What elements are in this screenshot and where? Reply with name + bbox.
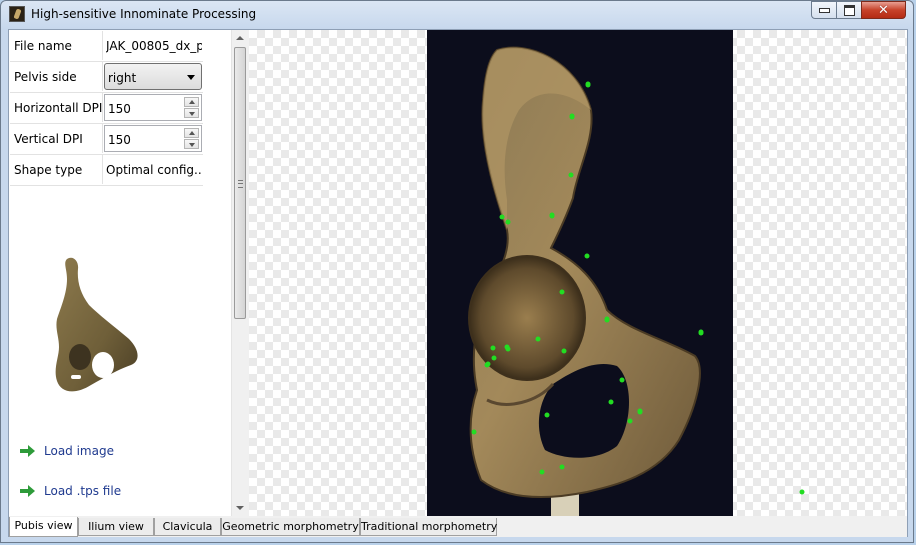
load-image-label: Load image (44, 444, 114, 458)
window-title: High-sensitive Innominate Processing (31, 7, 257, 21)
landmark-point[interactable] (559, 289, 565, 295)
pelvis-side-label: Pelvis side (14, 70, 77, 84)
arrow-down-icon (189, 112, 195, 116)
tab-traditional-morphometry[interactable]: Traditional morphometry (360, 518, 497, 536)
grip-icon (238, 180, 243, 188)
landmark-point[interactable] (568, 172, 574, 178)
landmark-point[interactable] (491, 355, 497, 361)
maximize-icon (843, 4, 855, 16)
vertical-dpi-increment-button[interactable] (184, 128, 199, 138)
landmark-point[interactable] (608, 399, 614, 405)
landmark-point[interactable] (485, 361, 491, 367)
arrow-down-icon (189, 143, 195, 147)
landmark-point[interactable] (539, 469, 545, 475)
landmark-overlay (471, 81, 805, 495)
property-row-shape-type: Shape type Optimal config... (10, 155, 203, 186)
file-name-cell[interactable]: JAK_00805_dx_p... (102, 31, 202, 60)
horizontal-dpi-value: 150 (108, 102, 131, 116)
load-tps-label: Load .tps file (44, 484, 122, 498)
pelvis-3d-preview (55, 257, 138, 392)
arrow-up-icon (189, 131, 195, 135)
title-bar[interactable]: High-sensitive Innominate Processing ✕ (1, 1, 915, 28)
pelvis-side-cell: right (102, 62, 202, 91)
landmark-point[interactable] (799, 489, 805, 495)
left-panel: File name JAK_00805_dx_p... Pelvis side … (9, 30, 248, 516)
landmark-point[interactable] (490, 345, 496, 351)
vertical-dpi-label: Vertical DPI (14, 132, 83, 146)
landmark-point[interactable] (585, 81, 591, 87)
vertical-dpi-value: 150 (108, 133, 131, 147)
file-name-value: JAK_00805_dx_p... (106, 39, 202, 53)
arrow-up-icon (189, 100, 195, 104)
vertical-dpi-cell: 150 (102, 124, 202, 153)
horizontal-dpi-cell: 150 (102, 93, 202, 122)
client-area: File name JAK_00805_dx_p... Pelvis side … (8, 29, 908, 537)
landmark-point[interactable] (549, 213, 555, 219)
minimize-button[interactable] (811, 1, 837, 19)
landmark-point[interactable] (535, 336, 541, 342)
property-row-vertical-dpi: Vertical DPI 150 (10, 124, 203, 155)
landmark-point[interactable] (584, 253, 590, 259)
minimize-icon (818, 7, 830, 13)
landmark-point[interactable] (559, 464, 565, 470)
property-row-file-name: File name JAK_00805_dx_p... (10, 31, 203, 62)
close-icon: ✕ (878, 2, 889, 18)
landmark-point[interactable] (471, 429, 477, 435)
horizontal-dpi-increment-button[interactable] (184, 97, 199, 107)
landmark-point[interactable] (627, 418, 633, 424)
landmark-point[interactable] (499, 214, 505, 220)
vertical-dpi-decrement-button[interactable] (184, 139, 199, 149)
main-window: High-sensitive Innominate Processing ✕ F… (0, 0, 914, 543)
arrow-right-icon (19, 484, 36, 498)
view-tabs: Pubis view Ilium view Clavicula Geometri… (9, 517, 907, 537)
landmark-point[interactable] (619, 377, 625, 383)
pelvis-side-dropdown[interactable]: right (104, 63, 202, 90)
left-panel-scrollbar[interactable] (231, 30, 248, 516)
file-name-label: File name (14, 39, 72, 53)
landmark-point[interactable] (569, 114, 575, 120)
tab-geometric-morphometry[interactable]: Geometric morphometry (221, 518, 360, 536)
app-bone-icon (9, 6, 25, 22)
landmark-point[interactable] (698, 329, 704, 335)
landmark-point[interactable] (505, 219, 511, 225)
pelvis-side-value: right (108, 71, 137, 85)
load-image-link[interactable]: Load image (19, 441, 114, 461)
horizontal-dpi-label: Horizontall DPI (14, 101, 103, 115)
load-tps-link[interactable]: Load .tps file (19, 481, 121, 501)
tab-ilium-view[interactable]: Ilium view (78, 518, 154, 536)
landmark-point[interactable] (637, 408, 643, 414)
scroll-down-button[interactable] (232, 500, 248, 516)
horizontal-dpi-decrement-button[interactable] (184, 108, 199, 118)
property-row-horizontal-dpi: Horizontall DPI 150 (10, 93, 203, 124)
vertical-dpi-stepper (184, 128, 199, 149)
scrollbar-thumb[interactable] (234, 47, 246, 319)
chevron-down-icon (187, 75, 195, 80)
image-viewer[interactable] (249, 30, 907, 516)
tab-pubis-view[interactable]: Pubis view (9, 517, 78, 537)
scroll-up-button[interactable] (232, 30, 248, 46)
maximize-button[interactable] (836, 1, 862, 19)
shape-type-label: Shape type (14, 163, 83, 177)
horizontal-dpi-spinbox[interactable]: 150 (104, 94, 202, 121)
arrow-right-icon (19, 444, 36, 458)
arrow-down-icon (236, 506, 244, 510)
shape-type-cell[interactable]: Optimal config... (102, 155, 202, 184)
horizontal-dpi-stepper (184, 97, 199, 118)
tab-clavicula[interactable]: Clavicula (154, 518, 221, 536)
arrow-up-icon (236, 36, 244, 40)
landmark-point[interactable] (561, 348, 567, 354)
property-row-pelvis-side: Pelvis side right (10, 62, 203, 93)
vertical-dpi-spinbox[interactable]: 150 (104, 125, 202, 152)
shape-type-value: Optimal config... (106, 163, 202, 177)
landmark-point[interactable] (544, 412, 550, 418)
property-grid: File name JAK_00805_dx_p... Pelvis side … (10, 31, 203, 186)
close-button[interactable]: ✕ (861, 1, 906, 19)
landmark-point[interactable] (504, 344, 510, 350)
landmark-point[interactable] (604, 317, 610, 323)
